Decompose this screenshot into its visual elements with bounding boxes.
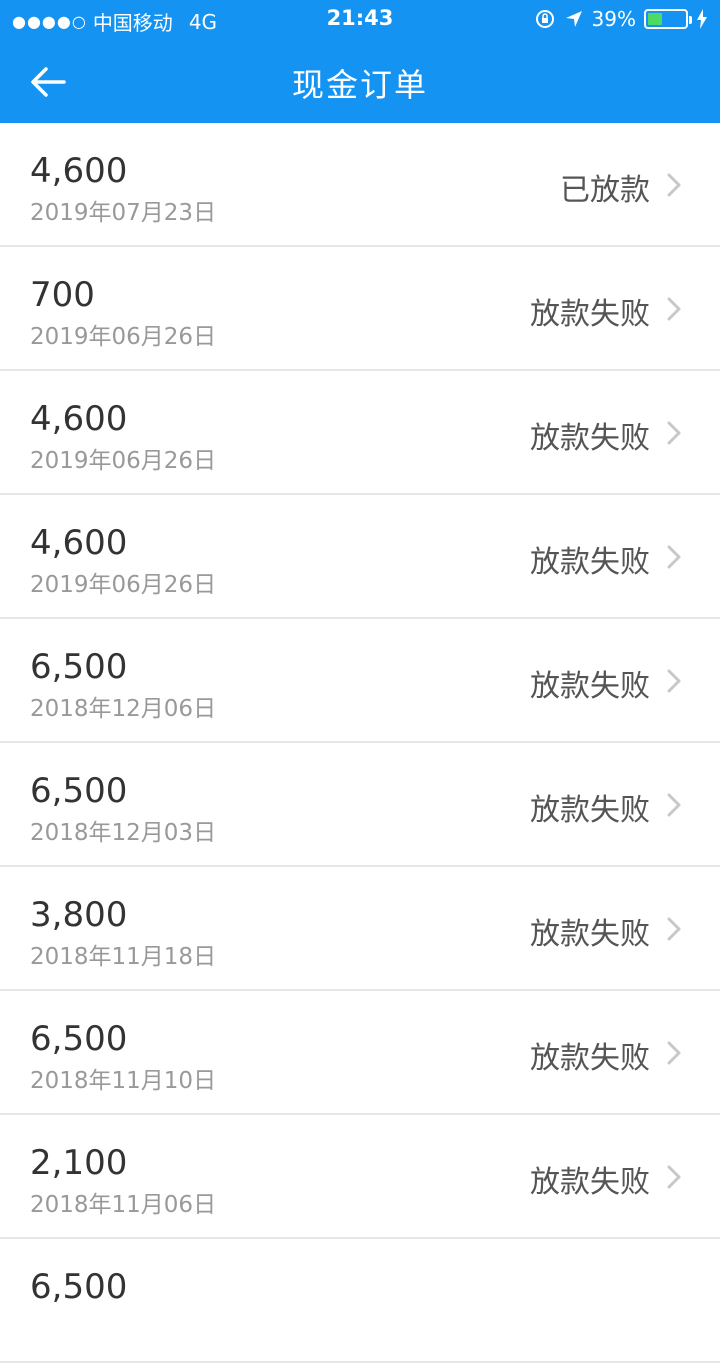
order-status: 放款失败 — [530, 917, 650, 952]
order-status: 放款失败 — [530, 421, 650, 456]
page-title: 现金订单 — [291, 66, 428, 104]
order-row[interactable]: 6,500 2018年11月10日 放款失败 — [0, 991, 720, 1115]
order-date: 2019年06月26日 — [30, 324, 217, 350]
order-date: 2018年12月03日 — [30, 820, 217, 846]
battery-percent: 39% — [591, 7, 636, 31]
chevron-right-icon — [667, 669, 681, 693]
order-date: 2019年07月23日 — [30, 200, 217, 226]
order-row[interactable]: 700 2019年06月26日 放款失败 — [0, 247, 720, 371]
status-right: 39% — [534, 7, 708, 31]
order-amount: 6,500 — [30, 1267, 128, 1307]
battery-fill — [648, 13, 663, 25]
battery-tip — [689, 16, 692, 24]
order-date: 2018年12月06日 — [30, 696, 217, 722]
order-status: 放款失败 — [530, 297, 650, 332]
order-amount: 4,600 — [30, 399, 128, 439]
order-row[interactable]: 4,600 2019年06月26日 放款失败 — [0, 371, 720, 495]
order-amount: 6,500 — [30, 647, 128, 687]
order-date: 2019年06月26日 — [30, 572, 217, 598]
order-amount: 4,600 — [30, 151, 128, 191]
order-status: 放款失败 — [530, 793, 650, 828]
order-amount: 2,100 — [30, 1143, 128, 1183]
order-row[interactable]: 4,600 2019年06月26日 放款失败 — [0, 495, 720, 619]
order-status: 已放款 — [560, 173, 650, 208]
nav-bar: 现金订单 — [0, 40, 720, 123]
chevron-right-icon — [667, 793, 681, 817]
order-row[interactable]: 4,600 2019年07月23日 已放款 — [0, 123, 720, 247]
battery-icon — [644, 9, 692, 29]
order-amount: 6,500 — [30, 1019, 128, 1059]
app-header: ●●●●○ 中国移动 4G 21:43 39% 现金订单 — [0, 0, 720, 123]
order-row[interactable]: 6,500 2018年12月06日 放款失败 — [0, 619, 720, 743]
chevron-right-icon — [667, 545, 681, 569]
chevron-right-icon — [667, 917, 681, 941]
order-amount: 6,500 — [30, 771, 128, 811]
chevron-right-icon — [667, 1041, 681, 1065]
order-amount: 700 — [30, 275, 95, 315]
location-arrow-icon — [565, 11, 582, 27]
order-date: 2018年11月18日 — [30, 944, 217, 970]
order-status: 放款失败 — [530, 545, 650, 580]
order-row[interactable]: 6,500 2018年12月03日 放款失败 — [0, 743, 720, 867]
chevron-right-icon — [667, 1165, 681, 1189]
order-date: 2018年11月06日 — [30, 1192, 217, 1218]
chevron-right-icon — [667, 297, 681, 321]
order-status: 放款失败 — [530, 669, 650, 704]
charging-bolt-icon — [697, 9, 707, 29]
order-status: 放款失败 — [530, 1041, 650, 1076]
order-amount: 3,800 — [30, 895, 128, 935]
order-date: 2019年06月26日 — [30, 448, 217, 474]
order-row[interactable]: 6,500 — [0, 1239, 720, 1363]
order-date: 2018年11月10日 — [30, 1068, 217, 1094]
order-row[interactable]: 2,100 2018年11月06日 放款失败 — [0, 1115, 720, 1239]
order-status: 放款失败 — [530, 1165, 650, 1200]
order-row[interactable]: 3,800 2018年11月18日 放款失败 — [0, 867, 720, 991]
order-list: 4,600 2019年07月23日 已放款 700 2019年06月26日 放款失败 4,6… — [0, 123, 720, 1363]
chevron-right-icon — [667, 173, 681, 197]
status-bar: ●●●●○ 中国移动 4G 21:43 39% — [0, 0, 720, 40]
chevron-right-icon — [667, 421, 681, 445]
orientation-lock-icon — [535, 10, 554, 28]
order-amount: 4,600 — [30, 523, 128, 563]
